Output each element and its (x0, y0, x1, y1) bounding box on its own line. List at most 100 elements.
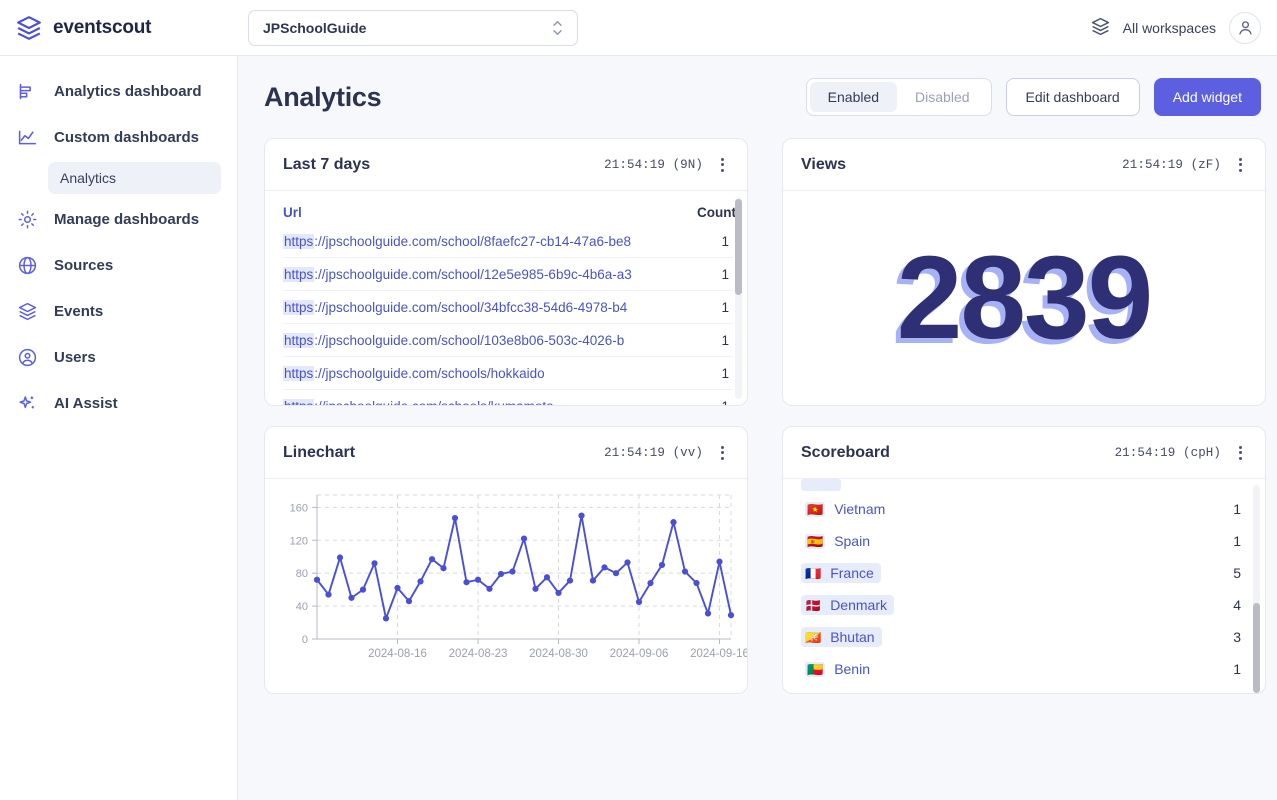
scrollbar-track[interactable] (1253, 485, 1260, 687)
edit-dashboard-button[interactable]: Edit dashboard (1006, 78, 1140, 116)
flag-icon: 🇧🇯 (805, 662, 825, 677)
layers-icon (16, 15, 42, 41)
tab-disabled[interactable]: Disabled (897, 82, 987, 112)
sidebar-item-manage-dashboards[interactable]: Manage dashboards (0, 196, 237, 242)
country-value: 5 (1233, 565, 1249, 581)
widget-title: Linechart (283, 444, 355, 462)
country-value: 1 (1233, 661, 1249, 677)
dashboard-icon (16, 80, 38, 102)
country-name: Benin (834, 661, 870, 677)
scoreboard-row[interactable]: 🇻🇳Vietnam1 (783, 493, 1265, 525)
scoreboard-row[interactable]: 🇩🇰Denmark4 (783, 589, 1265, 621)
scrollbar-thumb[interactable] (735, 199, 742, 295)
table-row[interactable]: https://jpschoolguide.com/schools/kumamo… (283, 390, 743, 405)
table-row[interactable]: https://jpschoolguide.com/school/103e8b0… (283, 324, 743, 356)
linechart-icon (16, 126, 38, 148)
all-workspaces-label: All workspaces (1123, 20, 1216, 36)
sidebar-item-custom-dashboards[interactable]: Custom dashboards (0, 114, 237, 160)
country-label: 🇧🇯 Benin (801, 659, 877, 679)
views-value: 2839 (783, 191, 1265, 405)
svg-text:2024-08-30: 2024-08-30 (529, 648, 588, 660)
scoreboard-row[interactable]: 🇧🇹Bhutan3 (783, 621, 1265, 653)
country-name: Denmark (830, 597, 887, 613)
top-bar-right: All workspaces (1090, 12, 1277, 44)
row-url: https://jpschoolguide.com/school/8faefc2… (283, 234, 697, 249)
widget-views: Views 21:54:19 (zF) 2839 (782, 138, 1266, 406)
widget-title: Last 7 days (283, 156, 370, 174)
workspace-select[interactable]: JPSchoolGuide (248, 10, 578, 46)
table-row[interactable]: https://jpschoolguide.com/school/8faefc2… (283, 225, 743, 257)
widget-body: 040801201602024-08-162024-08-232024-08-3… (265, 479, 747, 693)
flag-icon: 🇫🇷 (805, 567, 821, 580)
sidebar-item-label: Sources (54, 257, 113, 274)
scoreboard-list[interactable]: 🇻🇳Vietnam1🇪🇸Spain1🇫🇷France5🇩🇰Denmark4🇧🇹B… (783, 479, 1265, 693)
column-header-url: Url (283, 205, 697, 220)
svg-text:160: 160 (290, 502, 308, 514)
scoreboard-row[interactable]: 🇫🇷France 5 (783, 557, 1265, 589)
sidebar-item-label: Manage dashboards (54, 211, 199, 228)
widget-menu-icon[interactable] (1227, 440, 1253, 466)
sidebar-item-label: Events (54, 303, 103, 320)
row-url: https://jpschoolguide.com/school/34bfcc3… (283, 300, 697, 315)
table-row[interactable]: https://jpschoolguide.com/school/12e5e98… (283, 258, 743, 290)
svg-text:0: 0 (302, 634, 308, 646)
sidebar-item-label: Analytics dashboard (54, 83, 202, 100)
country-label: 🇫🇷France (801, 563, 881, 583)
workspace-select-value: JPSchoolGuide (263, 20, 366, 36)
sidebar-item-analytics-dashboard[interactable]: Analytics dashboard (0, 68, 237, 114)
scoreboard-row[interactable]: 🇧🇯 Benin 1 (783, 653, 1265, 685)
svg-text:2024-08-16: 2024-08-16 (368, 648, 427, 660)
scrollbar-track[interactable] (735, 197, 742, 399)
tab-enabled[interactable]: Enabled (810, 82, 897, 112)
sidebar-item-events[interactable]: Events (0, 288, 237, 334)
url-list[interactable]: Url Count https://jpschoolguide.com/scho… (265, 191, 747, 405)
all-workspaces-button[interactable]: All workspaces (1090, 16, 1216, 40)
row-count: 1 (697, 399, 743, 406)
row-url: https://jpschoolguide.com/schools/hokkai… (283, 366, 697, 381)
top-bar: eventscout JPSchoolGuide All workspaces (0, 0, 1277, 56)
svg-text:80: 80 (296, 568, 308, 580)
svg-text:40: 40 (296, 601, 308, 613)
flag-icon: 🇪🇸 (805, 534, 825, 549)
widget-title: Views (801, 156, 846, 174)
svg-text:2024-09-16: 2024-09-16 (690, 648, 747, 660)
sidebar: Analytics dashboard Custom dashboards An… (0, 56, 238, 800)
linechart-plot: 040801201602024-08-162024-08-232024-08-3… (265, 479, 747, 693)
gear-icon (16, 208, 38, 230)
add-widget-button[interactable]: Add widget (1154, 78, 1261, 116)
page-title: Analytics (264, 82, 381, 113)
sidebar-item-label: Custom dashboards (54, 129, 199, 146)
widget-timestamp: 21:54:19 (cpH) (1115, 446, 1221, 460)
table-row[interactable]: https://jpschoolguide.com/schools/hokkai… (283, 357, 743, 389)
row-url: https://jpschoolguide.com/schools/kumamo… (283, 399, 697, 406)
page-header: Analytics Enabled Disabled Edit dashboar… (238, 56, 1277, 116)
widget-menu-icon[interactable] (1227, 152, 1253, 178)
main-content: Analytics Enabled Disabled Edit dashboar… (238, 56, 1277, 800)
sidebar-subitem-analytics[interactable]: Analytics (48, 162, 221, 194)
table-header-row: Url Count (283, 191, 743, 225)
widget-body: 🇻🇳Vietnam1🇪🇸Spain1🇫🇷France5🇩🇰Denmark4🇧🇹B… (783, 479, 1265, 693)
widget-last-7-days: Last 7 days 21:54:19 (9N) Url Count http… (264, 138, 748, 406)
clipped-row (783, 479, 1265, 493)
sidebar-item-ai-assist[interactable]: AI Assist (0, 380, 237, 426)
widget-linechart: Linechart 21:54:19 (vv) 040801201602024-… (264, 426, 748, 694)
sidebar-item-users[interactable]: Users (0, 334, 237, 380)
table-row[interactable]: https://jpschoolguide.com/school/34bfcc3… (283, 291, 743, 323)
sidebar-item-label: AI Assist (54, 395, 118, 412)
flag-icon: 🇩🇰 (805, 599, 821, 612)
widget-menu-icon[interactable] (709, 152, 735, 178)
country-name: Spain (834, 533, 870, 549)
header-actions: Enabled Disabled Edit dashboard Add widg… (806, 78, 1261, 116)
country-label: 🇻🇳Vietnam (801, 499, 892, 519)
widget-title: Scoreboard (801, 444, 890, 462)
scoreboard-row[interactable]: 🇪🇸Spain1 (783, 525, 1265, 557)
widget-menu-icon[interactable] (709, 440, 735, 466)
sidebar-item-sources[interactable]: Sources (0, 242, 237, 288)
widget-body: Url Count https://jpschoolguide.com/scho… (265, 191, 747, 405)
avatar[interactable] (1229, 12, 1261, 44)
scrollbar-thumb[interactable] (1253, 603, 1260, 693)
sparkles-icon (16, 392, 38, 414)
flag-icon: 🇻🇳 (805, 502, 825, 517)
svg-text:120: 120 (290, 535, 308, 547)
country-label: 🇩🇰 Denmark (801, 595, 894, 615)
